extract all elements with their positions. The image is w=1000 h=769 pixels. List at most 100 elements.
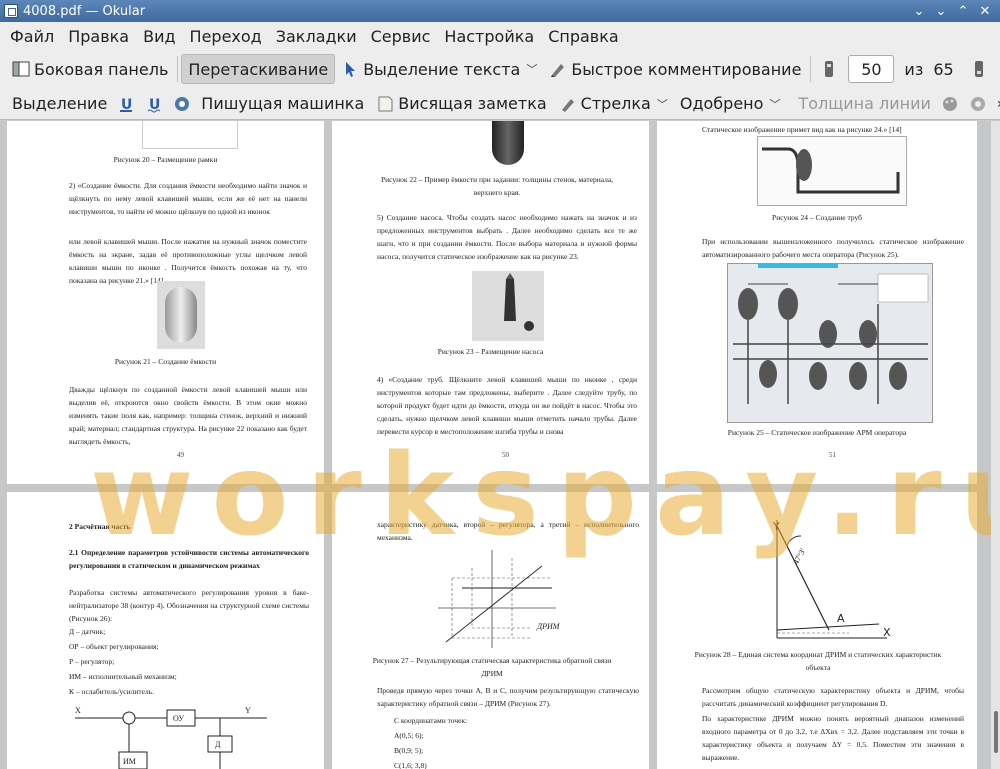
p49-text-2: или левой клавишей мыши. После нажатия н… — [69, 237, 307, 285]
page-53: характеристику датчика, второй – регулят… — [332, 492, 649, 769]
page-number-input[interactable]: 50 — [848, 55, 895, 83]
approved-label: Одобрено — [679, 94, 764, 113]
vertical-scrollbar[interactable] — [991, 121, 1000, 769]
figure-20-frame — [142, 121, 238, 149]
menu-file[interactable]: Файл — [3, 27, 61, 46]
window-title: 4008.pdf — Okular — [23, 3, 146, 19]
p49-text-3: Дважды щёлкнув по созданной ёмкости лево… — [69, 385, 307, 446]
page-54: Y X A 47°3' Рисунок 28 – Единая система … — [657, 492, 977, 769]
cursor-icon — [341, 60, 359, 78]
p54-text-2: По характеристике ДРИМ можно понять веро… — [702, 714, 964, 762]
block-im-label: ИМ — [123, 757, 136, 766]
drag-mode-button[interactable]: Перетаскивание — [181, 54, 336, 84]
window-shade-icon[interactable]: ⌄ — [912, 4, 926, 19]
p50-text-1: 5) Создание насоса. Чтобы создать насос … — [377, 213, 637, 261]
caption-24: Рисунок 24 – Создание труб — [772, 213, 862, 222]
p51-text-1: При использовании вышеизложенного получи… — [702, 237, 964, 259]
select-annotation-button[interactable]: Выделение — [6, 89, 113, 119]
arrow-label: Стрелка — [580, 94, 651, 113]
typewriter-label: Пишущая машинка — [201, 94, 365, 113]
line-width-button[interactable]: Толщина линии — [792, 89, 937, 119]
annotation-toolbar: Выделение U U Пишущая машинка Висящая за… — [0, 88, 1000, 120]
p51-text-0: Статическое изображение примет вид как н… — [702, 125, 902, 134]
operator-workstation-figure — [727, 263, 933, 423]
squiggle-icon[interactable]: U — [145, 95, 163, 113]
palette-icon[interactable] — [941, 95, 959, 113]
x-axis-label: X — [883, 626, 891, 639]
menu-help[interactable]: Справка — [541, 27, 626, 46]
caption-21: Рисунок 21 – Создание ёмкости — [114, 357, 217, 366]
underline-icon[interactable]: U — [117, 95, 135, 113]
typewriter-button[interactable]: Пишущая машинка — [195, 89, 370, 119]
caption-22: Рисунок 22 – Пример ёмкости при задании:… — [380, 175, 614, 197]
block-ou-label: ОУ — [173, 714, 184, 723]
scrollbar-thumb[interactable] — [994, 711, 998, 753]
page-down-icon[interactable] — [970, 60, 988, 78]
page-49: Рисунок 20 – Размещение рамки 2) «Создан… — [7, 121, 324, 484]
section-heading: 2 Расчётная часть — [69, 522, 131, 531]
menu-go[interactable]: Переход — [183, 27, 269, 46]
menu-bookmarks[interactable]: Закладки — [269, 27, 364, 46]
y-axis-label: Y — [773, 520, 780, 533]
document-viewer[interactable]: Рисунок 20 – Размещение рамки 2) «Создан… — [0, 121, 1000, 769]
block-d-label: Д — [215, 740, 221, 749]
list-item: ОР – объект регулирования; — [69, 642, 159, 651]
page-total: 65 — [933, 59, 954, 79]
close-icon[interactable]: ✕ — [978, 4, 992, 19]
menu-tools[interactable]: Сервис — [364, 27, 438, 46]
figure-27-graph — [432, 548, 562, 652]
chevron-down-icon[interactable]: ﹀ — [769, 96, 780, 112]
sticky-note-button[interactable]: Висящая заметка — [370, 89, 552, 119]
list-item: ИМ – исполнительный механизм; — [69, 672, 177, 681]
subsection-heading: 2.1 Определение параметров устойчивости … — [69, 548, 309, 570]
okular-app-icon — [4, 4, 18, 18]
p52-text-1: Разработка системы автоматического регул… — [69, 588, 309, 623]
list-item: Д – датчик; — [69, 627, 106, 636]
quick-comment-label: Быстрое комментирование — [571, 59, 802, 79]
p49-text-1: 2) «Создание ёмкости. Для создания ёмкос… — [69, 181, 307, 216]
sidebar-button[interactable]: Боковая панель — [6, 54, 174, 84]
page-of-label: из — [904, 59, 924, 79]
quick-comment-button[interactable]: Быстрое комментирование — [543, 54, 807, 84]
page-up-icon[interactable] — [820, 60, 838, 78]
opacity-icon[interactable] — [969, 95, 987, 113]
approved-stamp-button[interactable]: Одобрено ﹀ — [674, 89, 787, 119]
text-select-button[interactable]: Выделение текста ﹀ — [335, 54, 543, 84]
page-current: 50 — [861, 59, 882, 79]
chevron-down-icon[interactable]: ﹀ — [657, 96, 668, 112]
menu-edit[interactable]: Правка — [61, 27, 136, 46]
pump-figure — [472, 271, 544, 341]
menu-settings[interactable]: Настройка — [437, 27, 541, 46]
point-b: В(0,9; 5); — [394, 746, 424, 755]
drim-label: ДРИМ — [537, 622, 560, 631]
maximize-icon[interactable]: ⌃ — [956, 4, 970, 19]
page-number-51: 51 — [829, 451, 836, 459]
note-icon — [376, 95, 394, 113]
drag-mode-label: Перетаскивание — [188, 59, 329, 79]
p50-text-2: 4) «Создание труб. Щёлкните левой клавиш… — [377, 375, 637, 436]
diagram-input-label: X — [75, 706, 81, 715]
sidebar-label: Боковая панель — [34, 59, 169, 79]
list-item: Р – регулятор; — [69, 657, 115, 666]
p53-text-2: С координатами точек: — [394, 716, 468, 725]
tank-shape — [165, 287, 197, 343]
pipes-figure — [757, 136, 907, 206]
p53-text-0: характеристику датчика, второй – регулят… — [377, 520, 639, 542]
page-number-50: 50 — [502, 451, 509, 459]
tank-figure-22 — [492, 121, 524, 165]
chevron-down-icon[interactable]: ﹀ — [526, 61, 537, 77]
minimize-icon[interactable]: ⌄ — [934, 4, 948, 19]
arrow-pen-icon — [559, 95, 577, 113]
point-a-label: A — [837, 612, 845, 625]
page-52: 2 Расчётная часть 2.1 Определение параме… — [7, 492, 324, 769]
point-a: А(0,5; 6); — [394, 731, 424, 740]
sidebar-icon — [12, 60, 30, 78]
caption-20: Рисунок 20 – Размещение рамки — [113, 155, 218, 164]
caption-28: Рисунок 28 – Единая система координат ДР… — [694, 650, 942, 672]
menu-view[interactable]: Вид — [136, 27, 182, 46]
stamp-icon[interactable] — [173, 95, 191, 113]
caption-25: Рисунок 25 – Статическое изображение АРМ… — [727, 428, 907, 437]
tank-figure — [157, 281, 205, 349]
arrow-button[interactable]: Стрелка ﹀ — [553, 89, 674, 119]
toolbar-separator — [177, 56, 179, 82]
